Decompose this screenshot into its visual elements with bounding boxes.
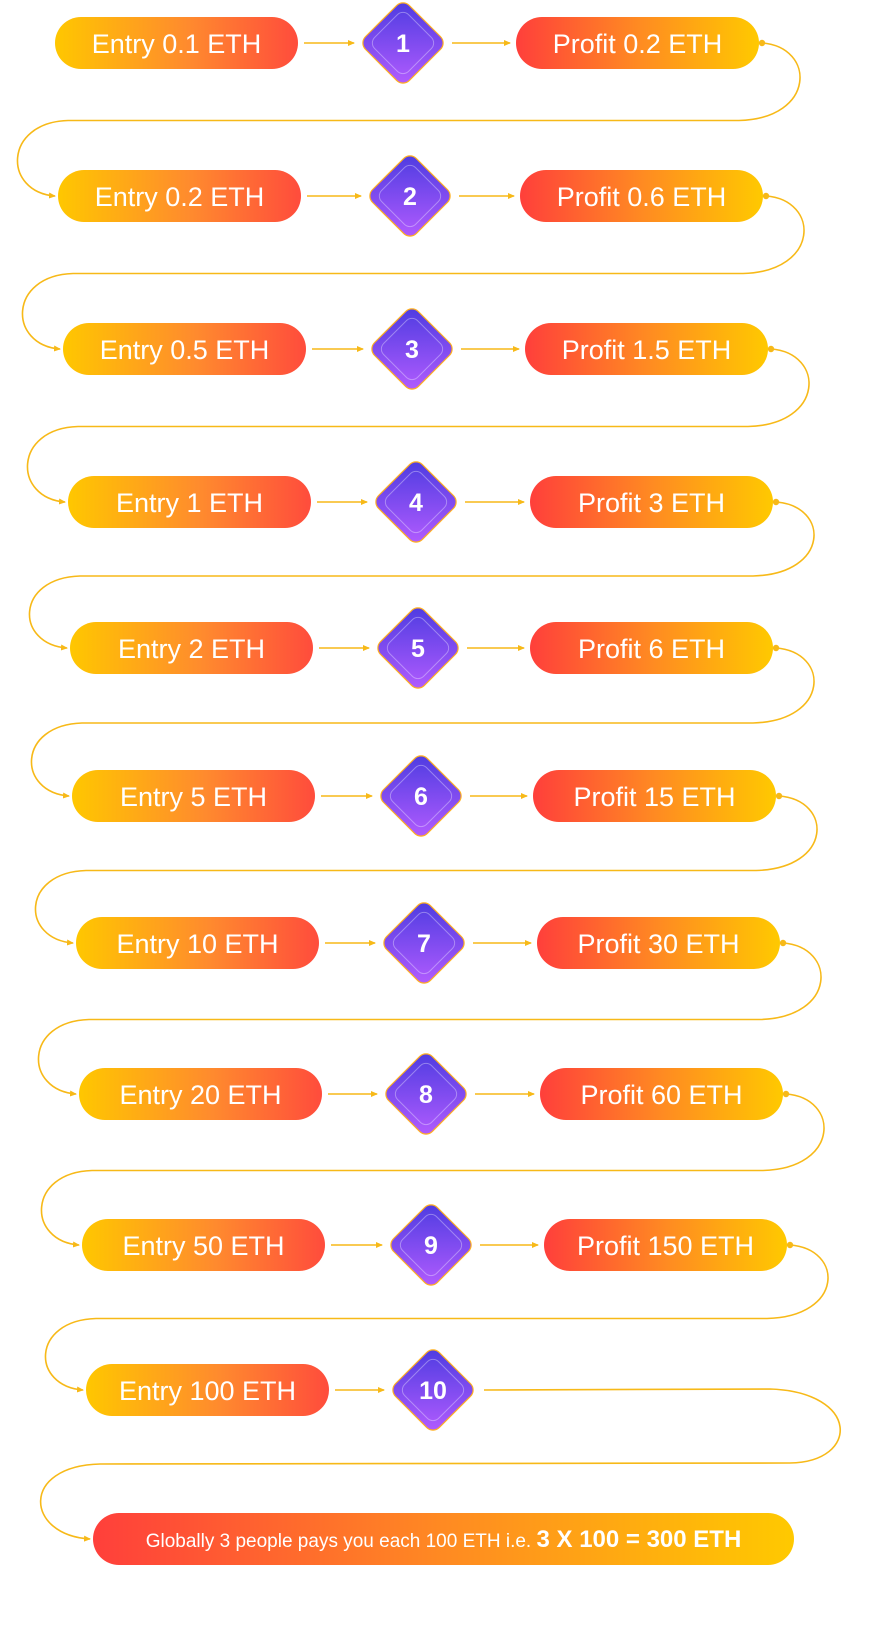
profit-label: Profit 3 ETH [578, 488, 725, 518]
connector-dot [762, 192, 770, 200]
level-diamond: 10 [392, 1349, 474, 1431]
connector-dot [772, 644, 780, 652]
level-number: 8 [419, 1081, 433, 1109]
final-highlight: 3 X 100 = 300 ETH [537, 1526, 742, 1553]
level-number: 6 [414, 783, 428, 811]
entry-pill: Entry 0.1 ETH [55, 17, 298, 69]
final-result-pill: Globally 3 people pays you each 100 ETH … [93, 1513, 794, 1565]
profit-label: Profit 6 ETH [578, 634, 725, 664]
connector-dot [772, 498, 780, 506]
connector-dot [786, 1241, 794, 1249]
level-number: 5 [411, 635, 425, 663]
level-number: 10 [419, 1377, 447, 1405]
profit-label: Profit 1.5 ETH [562, 335, 732, 365]
profit-label: Profit 0.2 ETH [553, 29, 723, 59]
profit-label: Profit 30 ETH [577, 929, 739, 959]
connector-dot [767, 345, 775, 353]
entry-pill: Entry 10 ETH [76, 917, 319, 969]
profit-pill: Profit 60 ETH [540, 1068, 783, 1120]
profit-pill: Profit 30 ETH [537, 917, 780, 969]
level-diamond: 4 [375, 461, 457, 543]
entry-pill: Entry 20 ETH [79, 1068, 322, 1120]
profit-pill: Profit 0.2 ETH [516, 17, 759, 69]
profit-pill: Profit 1.5 ETH [525, 323, 768, 375]
profit-label: Profit 15 ETH [573, 782, 735, 812]
level-diamond: 5 [377, 607, 459, 689]
entry-pill: Entry 0.5 ETH [63, 323, 306, 375]
entry-pill: Entry 50 ETH [82, 1219, 325, 1271]
level-number: 7 [417, 930, 431, 958]
level-number: 4 [409, 489, 423, 517]
entry-label: Entry 2 ETH [118, 634, 265, 664]
level-number: 1 [396, 30, 410, 58]
level-diamond: 2 [369, 155, 451, 237]
level-diamond: 6 [380, 755, 462, 837]
entry-label: Entry 1 ETH [116, 488, 263, 518]
connector-dot [775, 792, 783, 800]
profit-pill: Profit 3 ETH [530, 476, 773, 528]
profit-pill: Profit 6 ETH [530, 622, 773, 674]
profit-pill: Profit 0.6 ETH [520, 170, 763, 222]
profit-label: Profit 60 ETH [580, 1080, 742, 1110]
entry-pill: Entry 0.2 ETH [58, 170, 301, 222]
connector-dot [758, 39, 766, 47]
level-diamond: 3 [371, 308, 453, 390]
level-diamond: 1 [362, 2, 444, 84]
level-diamond: 9 [390, 1204, 472, 1286]
profit-label: Profit 150 ETH [577, 1231, 754, 1261]
profit-pill: Profit 15 ETH [533, 770, 776, 822]
level-diamond: 8 [385, 1053, 467, 1135]
entry-label: Entry 100 ETH [119, 1376, 296, 1406]
profit-label: Profit 0.6 ETH [557, 182, 727, 212]
entry-label: Entry 50 ETH [122, 1231, 284, 1261]
entry-label: Entry 0.2 ETH [95, 182, 265, 212]
entry-label: Entry 20 ETH [119, 1080, 281, 1110]
profit-pill: Profit 150 ETH [544, 1219, 787, 1271]
entry-pill: Entry 100 ETH [86, 1364, 329, 1416]
entry-pill: Entry 2 ETH [70, 622, 313, 674]
entry-label: Entry 0.5 ETH [100, 335, 270, 365]
connector-dot [779, 939, 787, 947]
entry-label: Entry 5 ETH [120, 782, 267, 812]
level-flow-diagram: Entry 0.1 ETH 1 Profit 0.2 ETH Entry 0.2 ET… [16, 2, 841, 1565]
entry-label: Entry 10 ETH [116, 929, 278, 959]
level-number: 9 [424, 1232, 438, 1260]
entry-pill: Entry 5 ETH [72, 770, 315, 822]
level-number: 2 [403, 183, 417, 211]
entry-label: Entry 0.1 ETH [92, 29, 262, 59]
connector-dot [782, 1090, 790, 1098]
entry-pill: Entry 1 ETH [68, 476, 311, 528]
level-number: 3 [405, 336, 419, 364]
final-text: Globally 3 people pays you each 100 ETH … [146, 1526, 742, 1553]
level-diamond: 7 [383, 902, 465, 984]
final-prefix: Globally 3 people pays you each 100 ETH … [146, 1531, 537, 1552]
